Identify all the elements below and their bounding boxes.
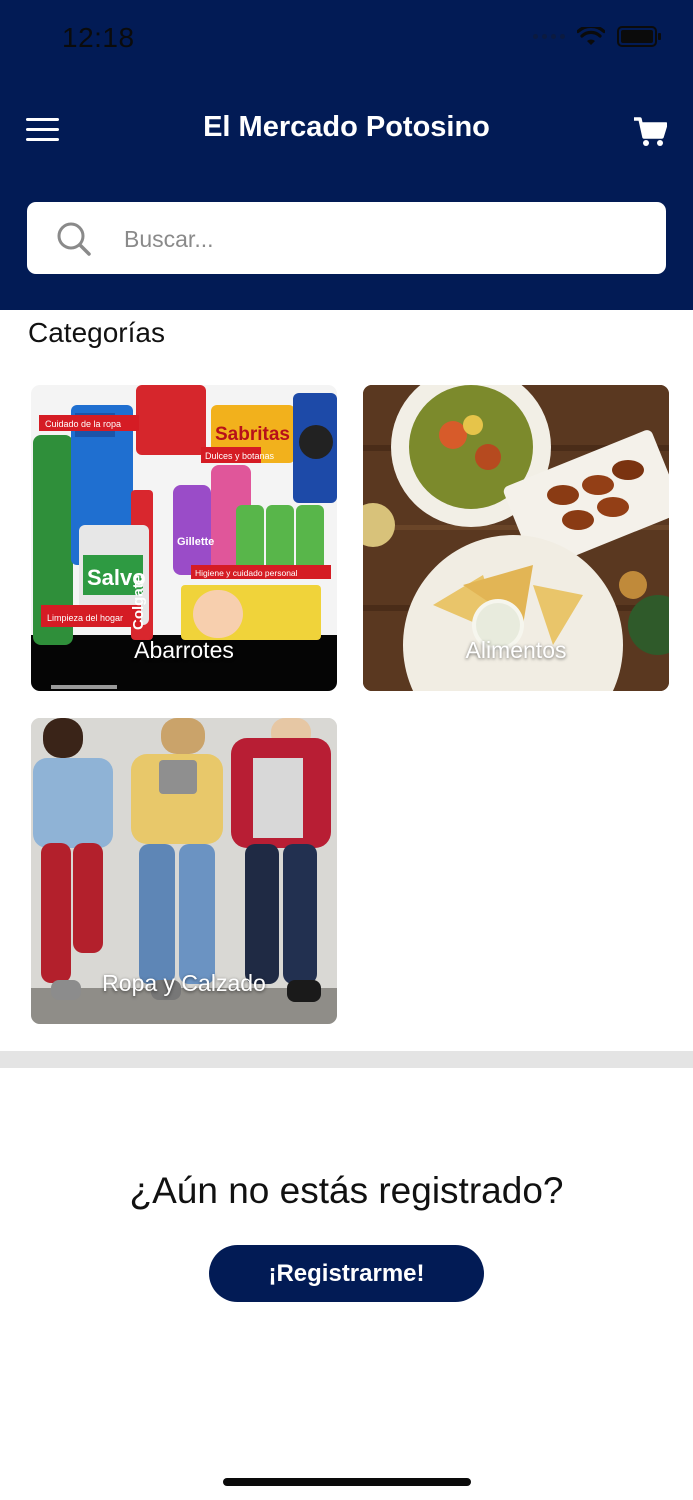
image-text-higiene: Higiene y cuidado personal <box>195 568 298 578</box>
cart-button[interactable] <box>633 116 668 150</box>
image-text-sabritas: Sabritas <box>215 424 290 445</box>
image-text-limpieza: Limpieza del hogar <box>47 613 123 623</box>
category-label: Alimentos <box>465 637 567 663</box>
app-title: El Mercado Potosino <box>203 111 490 143</box>
signal-icon <box>533 34 565 39</box>
cart-icon <box>634 117 668 146</box>
register-question: ¿Aún no estás registrado? <box>129 1170 564 1211</box>
category-label: Abarrotes <box>134 637 234 663</box>
image-text-colgate: Colgate <box>130 575 147 630</box>
category-card-alimentos[interactable]: Alimentos <box>363 385 669 691</box>
section-divider <box>0 1051 693 1068</box>
status-icons <box>533 26 661 47</box>
register-button[interactable]: ¡Registrarme! <box>209 1245 484 1302</box>
search-icon <box>57 222 91 256</box>
categories-title: Categorías <box>28 317 165 348</box>
wifi-icon <box>577 26 605 45</box>
image-text-ropa: Cuidado de la ropa <box>45 419 121 429</box>
home-indicator[interactable] <box>223 1478 471 1486</box>
search-input[interactable] <box>122 206 646 272</box>
category-card-ropa-calzado[interactable]: Ropa y Calzado <box>31 718 337 1024</box>
battery-icon <box>617 26 661 47</box>
image-text-dulces: Dulces y botanas <box>205 451 275 461</box>
category-card-abarrotes[interactable]: Cuidado de la ropa Dulces y botanas Sabr… <box>31 385 337 691</box>
category-label: Ropa y Calzado <box>102 970 266 996</box>
image-text-gillette: Gillette <box>177 536 214 548</box>
status-time: 12:18 <box>62 22 135 53</box>
